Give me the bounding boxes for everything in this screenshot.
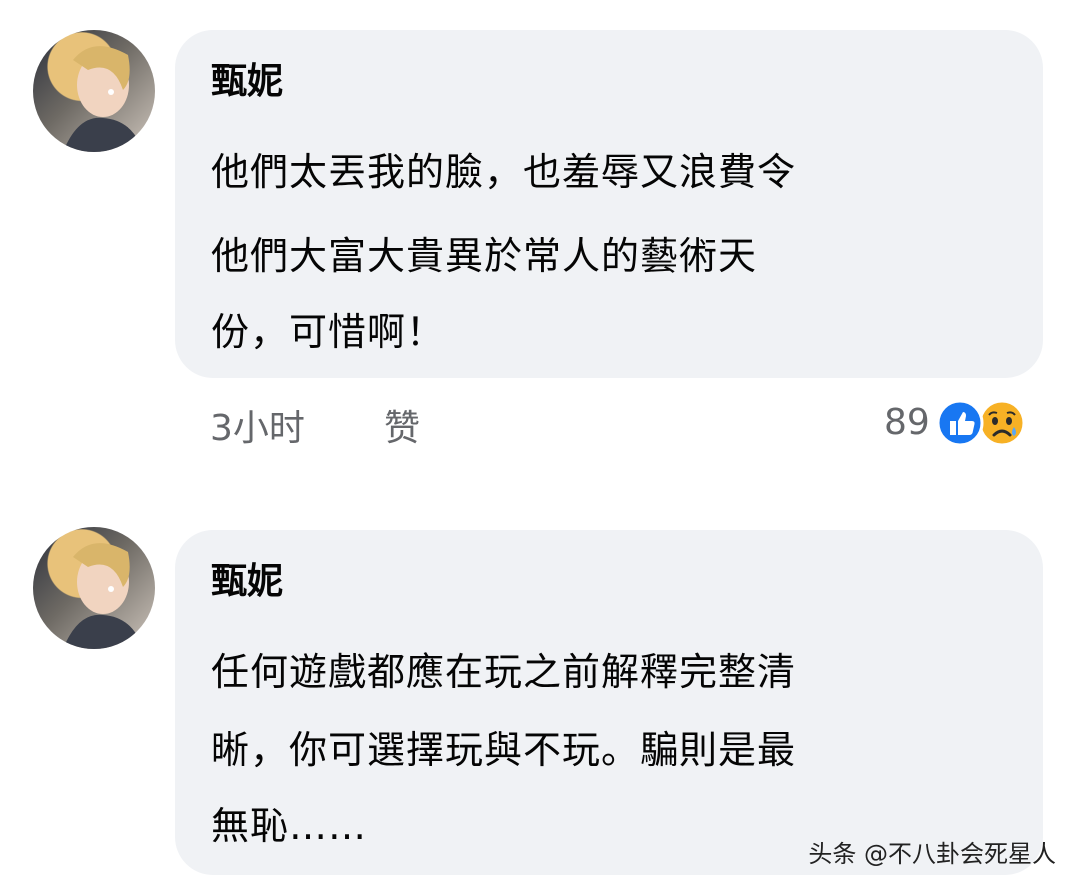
comment-text-line: 晰，你可選擇玩與不玩。騙則是最 xyxy=(211,728,797,772)
comment-author[interactable]: 甄妮 xyxy=(211,552,283,612)
watermark: 头条 @不八卦会死星人 xyxy=(808,840,1056,868)
comment-text-line: 無恥…… xyxy=(211,804,368,848)
reaction-summary[interactable]: 89 xyxy=(884,398,1026,448)
avatar-portrait-icon xyxy=(63,543,143,649)
comment-text-line: 任何遊戲都應在玩之前解釋完整清 xyxy=(211,650,797,694)
avatar[interactable] xyxy=(33,30,155,152)
comment-text-line: 他們太丟我的臉，也羞辱又浪費令 xyxy=(211,150,797,194)
comment-timestamp[interactable]: 3小时 xyxy=(210,404,305,454)
avatar[interactable] xyxy=(33,527,155,649)
comment-bubble: 甄妮 他們太丟我的臉，也羞辱又浪費令 他們大富大貴異於常人的藝術天 份，可惜啊！ xyxy=(175,30,1043,378)
avatar-portrait-icon xyxy=(63,46,143,152)
sad-icon xyxy=(978,399,1026,447)
comment-text-line: 他們大富大貴異於常人的藝術天 xyxy=(211,234,758,278)
comment-text-line: 份，可惜啊！ xyxy=(211,310,446,354)
like-icon xyxy=(936,399,984,447)
reaction-count: 89 xyxy=(884,402,930,443)
like-button[interactable]: 赞 xyxy=(384,404,420,454)
comment-bubble: 甄妮 任何遊戲都應在玩之前解釋完整清 晰，你可選擇玩與不玩。騙則是最 無恥…… xyxy=(175,530,1043,875)
comment-author[interactable]: 甄妮 xyxy=(211,52,283,112)
